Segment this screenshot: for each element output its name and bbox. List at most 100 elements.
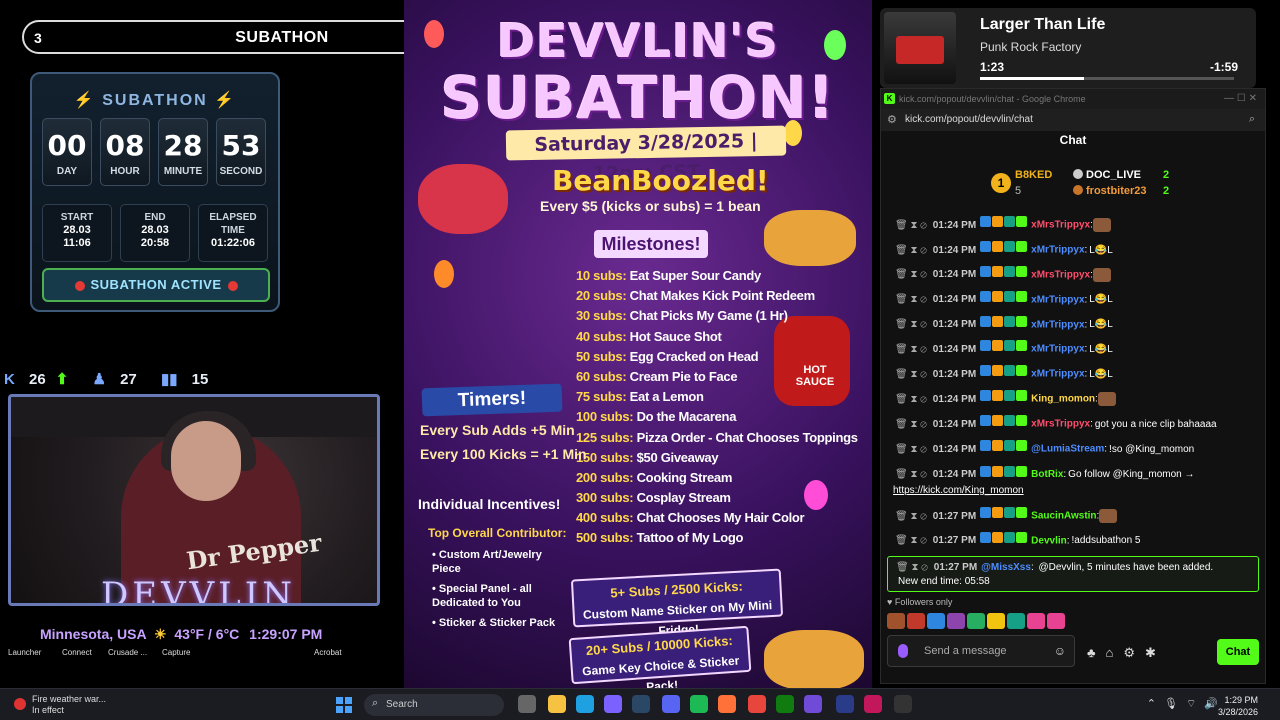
zoom-icon[interactable]: ⌕ [1249, 113, 1255, 126]
emote-icon[interactable] [1007, 613, 1025, 629]
spotify-icon[interactable] [690, 695, 708, 713]
emote-icon[interactable] [967, 613, 985, 629]
emote-icon[interactable] [947, 613, 965, 629]
discord-icon[interactable] [662, 695, 680, 713]
desktop-icon-capture[interactable]: Capture [162, 648, 190, 657]
site-settings-icon[interactable]: ⚙ [887, 113, 897, 126]
message-username[interactable]: King_momon [1031, 394, 1095, 405]
photoshop-icon[interactable] [836, 695, 854, 713]
xbox-icon[interactable] [776, 695, 794, 713]
leader-first-name[interactable]: B8KED [1015, 169, 1052, 181]
chat-message[interactable]: 🗑 ⧗ ⊘ 01:24 PM xMrTrippyx: L😂L [881, 337, 1265, 362]
chat-message[interactable]: 🗑 ⧗ ⊘ 01:24 PM @LumiaStream: !so @King_momo… [881, 437, 1265, 462]
mic-icon[interactable]: 🎙 [1164, 698, 1178, 710]
moderation-icons[interactable]: 🗑 ⧗ ⊘ [895, 394, 927, 405]
moderation-icons[interactable]: 🗑 ⧗ ⊘ [895, 344, 927, 355]
chat-message[interactable]: 🗑 ⧗ ⊘ 01:24 PM xMrTrippyx: L😂L [881, 313, 1265, 338]
chat-message[interactable]: 🗑 ⧗ ⊘ 01:24 PM xMrsTrippyx: got you a nice … [881, 412, 1265, 437]
moderation-icons[interactable]: 🗑 ⧗ ⊘ [895, 319, 927, 330]
file-explorer-icon[interactable] [548, 695, 566, 713]
browser-title-bar[interactable]: K kick.com/popout/devvlin/chat - Google … [881, 89, 1265, 109]
desktop-icon-launcher[interactable]: Launcher [8, 648, 41, 657]
emote-icon[interactable] [907, 613, 925, 629]
badge-icon[interactable]: ✱ [1145, 645, 1156, 660]
highlighted-message[interactable]: 🗑 ⧗ ⊘ 01:27 PM @MissXss: @Devvlin, 5 minut… [887, 555, 1259, 592]
moderation-icons[interactable]: 🗑 ⧗ ⊘ [895, 511, 927, 522]
emote-icon[interactable] [987, 613, 1005, 629]
emote-icon[interactable] [927, 613, 945, 629]
message-username[interactable]: SaucinAwstin [1031, 511, 1096, 522]
moderation-icons[interactable]: 🗑 ⧗ ⊘ [895, 369, 927, 380]
start-button[interactable] [336, 697, 352, 713]
leader-third[interactable]: frostbiter23 [1073, 185, 1147, 197]
microphone-icon[interactable] [898, 644, 908, 658]
message-username[interactable]: xMrsTrippyx [1031, 419, 1090, 430]
moderation-icons[interactable]: 🗑 ⧗ ⊘ [895, 444, 927, 455]
chat-message[interactable]: 🗑 ⧗ ⊘ 01:24 PM xMrsTrippyx: [881, 213, 1265, 238]
send-chat-button[interactable]: Chat [1217, 639, 1259, 665]
moderation-icons[interactable]: 🗑 ⧗ ⊘ [895, 469, 927, 480]
milestone-item: 400 subs: Chat Chooses My Hair Color [576, 510, 836, 530]
chat-message[interactable]: 🗑 ⧗ ⊘ 01:24 PM xMrTrippyx: L😂L [881, 362, 1265, 387]
moderation-icons[interactable]: 🗑 ⧗ ⊘ [895, 294, 927, 305]
leader-second[interactable]: DOC_LIVE [1073, 169, 1141, 181]
message-username[interactable]: BotRix [1031, 469, 1063, 480]
desktop-icon-crusade[interactable]: Crusade ... [108, 648, 147, 657]
badge-icon [1016, 506, 1028, 518]
message-username[interactable]: xMrTrippyx [1031, 344, 1084, 355]
app-icon[interactable] [804, 695, 822, 713]
taskbar-search[interactable]: ⌕ Search [364, 694, 504, 716]
taskbar-clock[interactable]: 1:29 PM 3/28/2026 [1218, 694, 1258, 718]
indesign-icon[interactable] [864, 695, 882, 713]
message-username[interactable]: xMrTrippyx [1031, 294, 1084, 305]
emote-icon[interactable] [887, 613, 905, 629]
moderation-icons[interactable]: 🗑 ⧗ ⊘ [895, 535, 927, 546]
message-username[interactable]: xMrsTrippyx [1031, 220, 1090, 231]
chat-message[interactable]: 🗑 ⧗ ⊘ 01:24 PM xMrsTrippyx: [881, 263, 1265, 288]
address-bar[interactable]: ⚙ kick.com/popout/devvlin/chat ⌕ [881, 109, 1265, 131]
chat-message[interactable]: 🗑 ⧗ ⊘ 01:24 PM xMrTrippyx: L😂L [881, 238, 1265, 263]
message-username[interactable]: @LumiaStream [1031, 444, 1104, 455]
message-username[interactable]: @MissXss [981, 562, 1031, 573]
edge-icon[interactable] [576, 695, 594, 713]
moderation-icons[interactable]: 🗑 ⧗ ⊘ [895, 245, 927, 256]
message-input[interactable]: Send a message ☺ [887, 635, 1075, 667]
message-username[interactable]: xMrTrippyx [1031, 245, 1084, 256]
moderation-icons[interactable]: 🗑 ⧗ ⊘ [895, 220, 927, 231]
firefox-icon[interactable] [718, 695, 736, 713]
milestone-key: 10 subs: [576, 268, 627, 283]
emote-icon[interactable] [1047, 613, 1065, 629]
emoji-icon[interactable]: ☺ [1054, 644, 1066, 658]
obs-icon[interactable] [894, 695, 912, 713]
moderation-icons[interactable]: 🗑 ⧗ ⊘ [895, 419, 927, 430]
emote-icon[interactable] [1027, 613, 1045, 629]
window-controls[interactable]: — ☐ ✕ [1224, 93, 1257, 104]
message-username[interactable]: xMrTrippyx [1031, 369, 1084, 380]
chat-messages[interactable]: 🗑 ⧗ ⊘ 01:24 PM xMrsTrippyx: 🗑 ⧗ ⊘ 01:24 PM xM… [881, 213, 1265, 593]
app-icon[interactable] [604, 695, 622, 713]
users-icon[interactable]: ♣ [1087, 645, 1096, 660]
chat-message[interactable]: 🗑 ⧗ ⊘ 01:24 PM xMrTrippyx: L😂L [881, 288, 1265, 313]
message-username[interactable]: xMrsTrippyx [1031, 269, 1090, 280]
badge-icon [992, 465, 1004, 477]
chat-message[interactable]: 🗑 ⧗ ⊘ 01:24 PM King_momon: [881, 387, 1265, 412]
desktop-icon-acrobat[interactable]: Acrobat [314, 648, 342, 657]
wifi-icon[interactable]: ⌔ [1186, 698, 1196, 710]
weather-widget[interactable]: Fire weather war... In effect [14, 694, 106, 716]
chat-message[interactable]: 🗑 ⧗ ⊘ 01:27 PM Devvlin: !addsubathon 5 [881, 529, 1265, 554]
steam-icon[interactable] [632, 695, 650, 713]
chevron-up-icon[interactable]: ⌃ [1147, 698, 1156, 710]
store-icon[interactable]: ⌂ [1106, 645, 1114, 660]
moderation-icons[interactable]: 🗑 ⧗ ⊘ [895, 269, 927, 280]
chat-message[interactable]: 🗑 ⧗ ⊘ 01:24 PM BotRix: Go follow @King_momo… [881, 462, 1265, 504]
message-username[interactable]: Devvlin [1031, 535, 1067, 546]
settings-icon[interactable]: ⚙ [1123, 645, 1135, 660]
moderation-icons[interactable]: 🗑 ⧗ ⊘ [896, 562, 928, 573]
chat-message[interactable]: 🗑 ⧗ ⊘ 01:27 PM SaucinAwstin: [881, 504, 1265, 529]
message-link[interactable]: https://kick.com/King_momon [893, 483, 1265, 499]
desktop-icon-connect[interactable]: Connect [62, 648, 92, 657]
volume-icon[interactable]: 🔊 [1204, 698, 1218, 710]
task-view-icon[interactable] [518, 695, 536, 713]
message-username[interactable]: xMrTrippyx [1031, 319, 1084, 330]
chrome-icon[interactable] [748, 695, 766, 713]
